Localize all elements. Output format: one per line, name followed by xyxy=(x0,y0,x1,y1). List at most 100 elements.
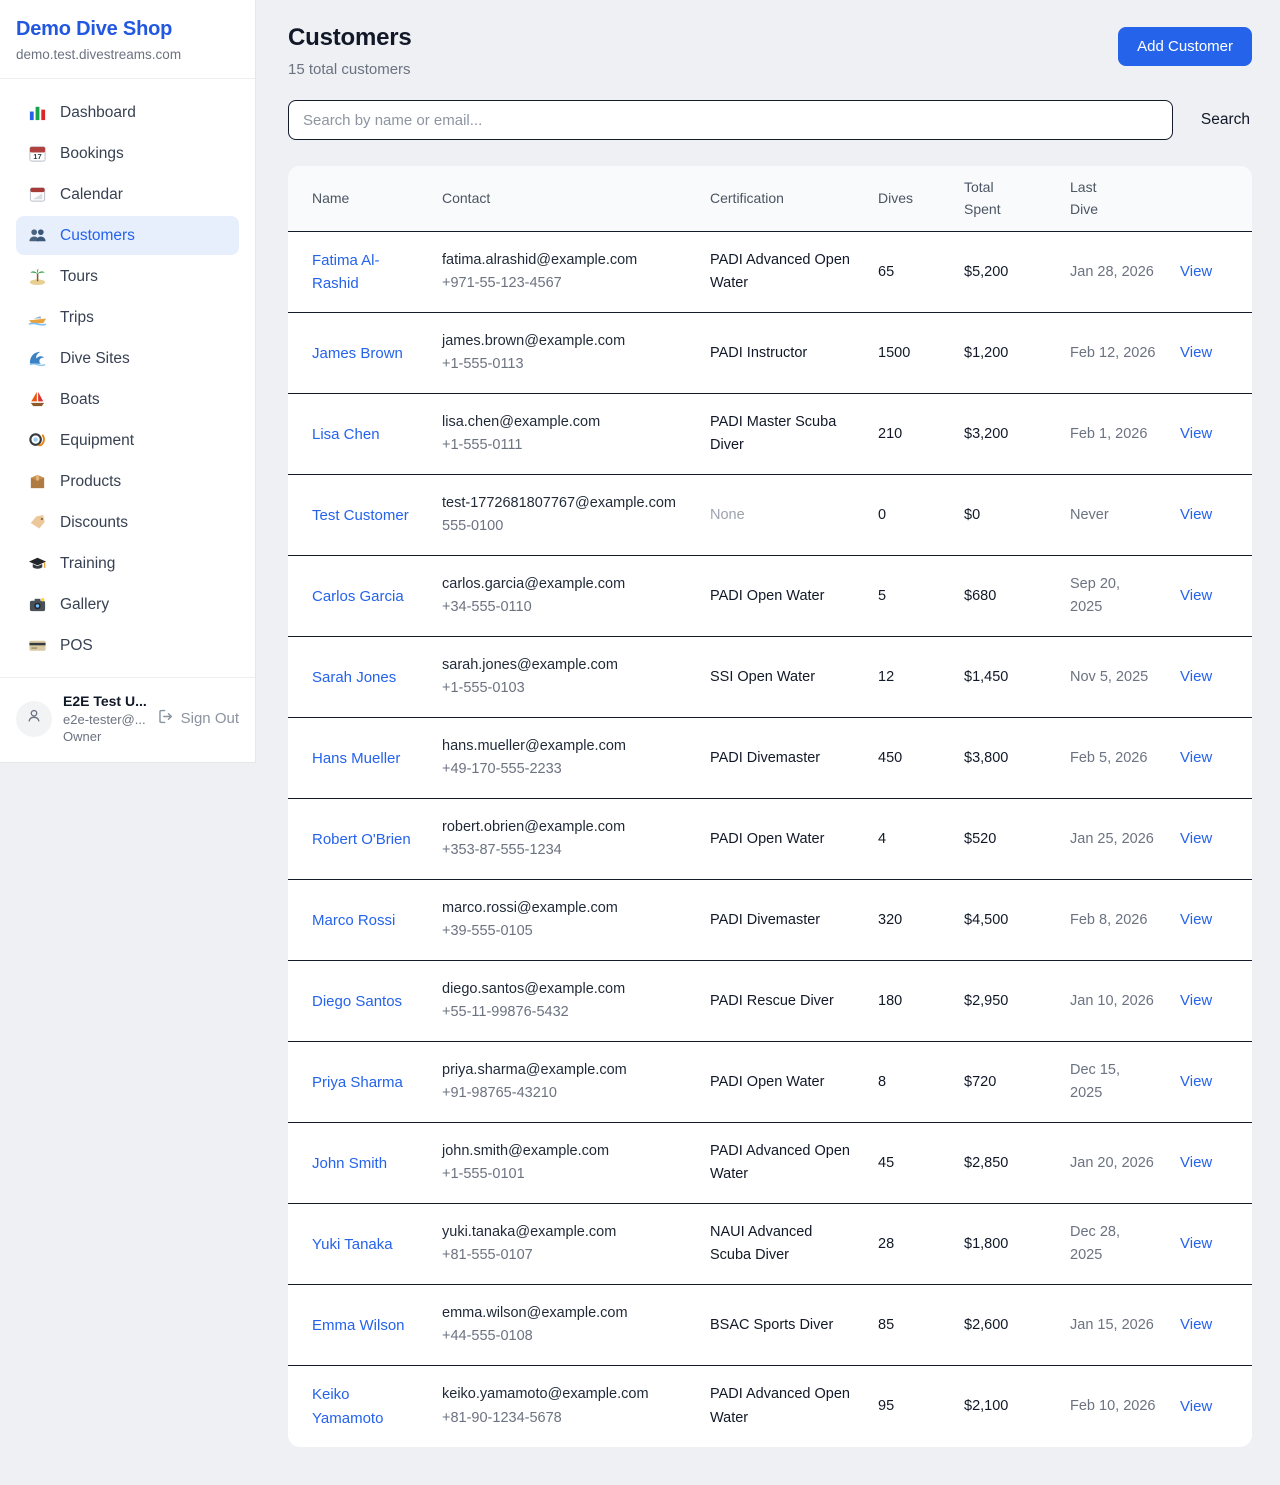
sidebar-item-boats[interactable]: Boats xyxy=(16,380,239,419)
person-icon xyxy=(25,707,43,730)
view-link[interactable]: View xyxy=(1180,425,1212,442)
customer-certification: PADI Open Water xyxy=(698,1042,866,1123)
sidebar-item-products[interactable]: Products xyxy=(16,462,239,501)
customer-name-link[interactable]: Yuki Tanaka xyxy=(288,1204,430,1285)
customer-name-link[interactable]: James Brown xyxy=(288,313,430,394)
customer-name-link[interactable]: Lisa Chen xyxy=(288,394,430,475)
customer-last-dive: Feb 12, 2026 xyxy=(1058,313,1168,394)
customer-total-spent: $680 xyxy=(952,556,1058,637)
customer-last-dive: Jan 15, 2026 xyxy=(1058,1285,1168,1366)
customer-name-link[interactable]: Test Customer xyxy=(288,475,430,556)
sidebar-item-label: Boats xyxy=(60,391,100,409)
pos-icon xyxy=(28,636,47,655)
customer-contact: carlos.garcia@example.com+34-555-0110 xyxy=(430,556,698,637)
customer-name-link[interactable]: Marco Rossi xyxy=(288,880,430,961)
customer-certification: NAUI Advanced Scuba Diver xyxy=(698,1204,866,1285)
customer-phone: +91-98765-43210 xyxy=(442,1082,686,1105)
customer-name-link[interactable]: Emma Wilson xyxy=(288,1285,430,1366)
sign-out-button[interactable]: Sign Out xyxy=(157,708,241,729)
table-row: Carlos Garciacarlos.garcia@example.com+3… xyxy=(288,556,1252,637)
customer-contact: yuki.tanaka@example.com+81-555-0107 xyxy=(430,1204,698,1285)
sidebar-item-bookings[interactable]: 17Bookings xyxy=(16,134,239,173)
table-row: Lisa Chenlisa.chen@example.com+1-555-011… xyxy=(288,394,1252,475)
customer-phone: +971-55-123-4567 xyxy=(442,272,686,295)
customer-name-link[interactable]: Fatima Al-Rashid xyxy=(288,232,430,313)
view-cell: View xyxy=(1168,232,1252,313)
customer-name-link[interactable]: Carlos Garcia xyxy=(288,556,430,637)
view-cell: View xyxy=(1168,556,1252,637)
view-cell: View xyxy=(1168,475,1252,556)
view-link[interactable]: View xyxy=(1180,1235,1212,1252)
view-link[interactable]: View xyxy=(1180,749,1212,766)
sidebar-user-footer: E2E Test U... e2e-tester@... Owner Sign … xyxy=(0,677,255,762)
customer-name-link[interactable]: Hans Mueller xyxy=(288,718,430,799)
sidebar-item-trips[interactable]: Trips xyxy=(16,298,239,337)
customer-certification: PADI Divemaster xyxy=(698,718,866,799)
view-link[interactable]: View xyxy=(1180,263,1212,280)
sidebar-item-training[interactable]: Training xyxy=(16,544,239,583)
view-link[interactable]: View xyxy=(1180,992,1212,1009)
view-link[interactable]: View xyxy=(1180,668,1212,685)
sidebar-item-label: Trips xyxy=(60,309,94,327)
customer-name-link[interactable]: Keiko Yamamoto xyxy=(288,1366,430,1447)
customer-phone: +1-555-0101 xyxy=(442,1163,686,1186)
column-header-contact: Contact xyxy=(430,166,698,232)
column-header-name: Name xyxy=(288,166,430,232)
customer-name-link[interactable]: Sarah Jones xyxy=(288,637,430,718)
customer-last-dive: Dec 15, 2025 xyxy=(1058,1042,1168,1123)
view-link[interactable]: View xyxy=(1180,344,1212,361)
sign-out-icon xyxy=(157,708,174,729)
customer-contact: fatima.alrashid@example.com+971-55-123-4… xyxy=(430,232,698,313)
customer-name-link[interactable]: Priya Sharma xyxy=(288,1042,430,1123)
table-row: Fatima Al-Rashidfatima.alrashid@example.… xyxy=(288,232,1252,313)
sidebar-item-pos[interactable]: POS xyxy=(16,626,239,665)
customer-certification: PADI Divemaster xyxy=(698,880,866,961)
view-link[interactable]: View xyxy=(1180,1154,1212,1171)
sidebar-item-dive-sites[interactable]: Dive Sites xyxy=(16,339,239,378)
view-cell: View xyxy=(1168,799,1252,880)
sidebar-item-discounts[interactable]: Discounts xyxy=(16,503,239,542)
view-cell: View xyxy=(1168,718,1252,799)
view-cell: View xyxy=(1168,1042,1252,1123)
customer-dives: 65 xyxy=(866,232,952,313)
customer-name-link[interactable]: John Smith xyxy=(288,1123,430,1204)
sidebar-item-customers[interactable]: Customers xyxy=(16,216,239,255)
sidebar-item-equipment[interactable]: Equipment xyxy=(16,421,239,460)
customer-dives: 28 xyxy=(866,1204,952,1285)
customer-certification: BSAC Sports Diver xyxy=(698,1285,866,1366)
customer-dives: 320 xyxy=(866,880,952,961)
products-icon xyxy=(28,472,47,491)
view-cell: View xyxy=(1168,880,1252,961)
search-button[interactable]: Search xyxy=(1199,103,1252,137)
customer-certification: PADI Open Water xyxy=(698,799,866,880)
view-link[interactable]: View xyxy=(1180,1073,1212,1090)
sidebar-item-calendar[interactable]: Calendar xyxy=(16,175,239,214)
view-cell: View xyxy=(1168,1123,1252,1204)
add-customer-button[interactable]: Add Customer xyxy=(1118,27,1252,66)
view-link[interactable]: View xyxy=(1180,1316,1212,1333)
customer-name-link[interactable]: Diego Santos xyxy=(288,961,430,1042)
customer-dives: 12 xyxy=(866,637,952,718)
sidebar-item-label: POS xyxy=(60,637,93,655)
customer-certification: PADI Advanced Open Water xyxy=(698,232,866,313)
view-link[interactable]: View xyxy=(1180,911,1212,928)
view-link[interactable]: View xyxy=(1180,830,1212,847)
view-link[interactable]: View xyxy=(1180,506,1212,523)
customer-name-link[interactable]: Robert O'Brien xyxy=(288,799,430,880)
customer-phone: +81-555-0107 xyxy=(442,1244,686,1267)
table-row: John Smithjohn.smith@example.com+1-555-0… xyxy=(288,1123,1252,1204)
sidebar-item-gallery[interactable]: Gallery xyxy=(16,585,239,624)
customer-total-spent: $2,100 xyxy=(952,1366,1058,1447)
customer-total-spent: $3,200 xyxy=(952,394,1058,475)
sidebar-item-label: Gallery xyxy=(60,596,109,614)
view-link[interactable]: View xyxy=(1180,1398,1212,1415)
view-link[interactable]: View xyxy=(1180,587,1212,604)
customer-certification: PADI Master Scuba Diver xyxy=(698,394,866,475)
sidebar-item-tours[interactable]: Tours xyxy=(16,257,239,296)
table-row: Yuki Tanakayuki.tanaka@example.com+81-55… xyxy=(288,1204,1252,1285)
search-input[interactable] xyxy=(288,100,1173,140)
customer-total-spent: $1,800 xyxy=(952,1204,1058,1285)
customer-count: 15 total customers xyxy=(288,61,412,78)
customer-last-dive: Feb 8, 2026 xyxy=(1058,880,1168,961)
sidebar-item-dashboard[interactable]: Dashboard xyxy=(16,93,239,132)
